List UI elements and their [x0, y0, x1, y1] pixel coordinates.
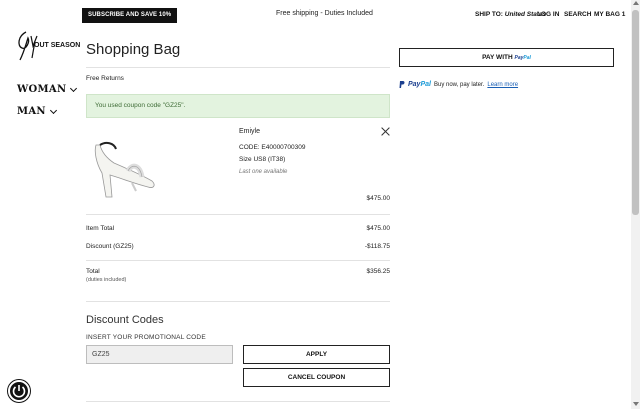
pay-with-paypal-button[interactable]: PAY WITH PayPal — [399, 48, 614, 67]
promo-code-label: INSERT YOUR PROMOTIONAL CODE — [86, 334, 206, 341]
search-link[interactable]: SEARCH — [564, 11, 591, 18]
discount-value: -$118.75 — [364, 243, 390, 250]
nav-woman[interactable]: WOMAN — [17, 84, 78, 95]
total-label: Total — [86, 268, 100, 275]
divider — [86, 67, 390, 68]
nav-woman-label: WOMAN — [17, 84, 67, 95]
pay-later-text: Buy now, pay later. — [433, 81, 485, 88]
chevron-down-icon — [70, 84, 78, 92]
ship-to-selector[interactable]: SHIP TO: United States — [475, 11, 546, 18]
paypal-pay-later-row: PayPal Buy now, pay later. Learn more — [399, 81, 518, 88]
nav-man-label: MAN — [17, 106, 46, 117]
product-name[interactable]: Emiyle — [239, 128, 260, 135]
item-total-value: $475.00 — [366, 225, 391, 232]
learn-more-link[interactable]: Learn more — [487, 82, 518, 88]
scroll-down-arrow-icon[interactable] — [633, 402, 639, 406]
product-price: $475.00 — [366, 195, 391, 202]
divider — [86, 260, 390, 261]
availability-note: Last one available — [239, 169, 288, 175]
total-value: $356.25 — [366, 268, 391, 275]
coupon-success-message: You used coupon code "GZ25". — [86, 94, 390, 118]
subscribe-banner[interactable]: SUBSCRIBE AND SAVE 10% — [82, 8, 178, 23]
remove-item-close-icon[interactable] — [381, 127, 390, 136]
paypal-logo: PayPal — [514, 55, 531, 61]
scroll-up-arrow-icon[interactable] — [633, 1, 639, 5]
power-icon — [12, 385, 26, 398]
paypal-icon — [399, 81, 405, 88]
nav-man[interactable]: MAN — [17, 106, 57, 117]
discount-section-title: Discount Codes — [86, 314, 164, 326]
cancel-coupon-button[interactable]: CANCEL COUPON — [243, 368, 390, 387]
product-image[interactable] — [88, 135, 160, 201]
accessibility-toggle-button[interactable] — [8, 380, 30, 402]
page-title: Shopping Bag — [86, 41, 181, 58]
divider — [86, 401, 390, 402]
scrollbar-thumb[interactable] — [632, 10, 639, 215]
bag-count-badge: 1 — [621, 11, 626, 18]
item-total-label: Item Total — [86, 225, 115, 232]
logo-text: OUT SEASON — [34, 42, 81, 49]
login-link[interactable]: LOG IN — [537, 11, 559, 18]
product-size: Size US8 (IT38) — [239, 156, 286, 163]
brand-logo[interactable]: OUT SEASON — [14, 28, 80, 64]
shipping-notice: Free shipping - Duties Included — [276, 10, 373, 17]
discount-label: Discount (GZ25) — [86, 243, 134, 250]
paypal-wordmark: PayPal — [408, 81, 431, 88]
ship-to-label: SHIP TO: — [475, 11, 503, 18]
sandal-image-icon — [94, 141, 155, 198]
divider — [86, 301, 390, 302]
total-note: (duties included) — [86, 277, 127, 283]
my-bag-link[interactable]: MY BAG 1 — [594, 11, 625, 18]
free-returns-text: Free Returns — [86, 75, 124, 82]
product-code: CODE: E40000700309 — [239, 144, 306, 151]
divider — [86, 214, 390, 215]
my-bag-label: MY BAG — [594, 11, 620, 18]
promo-code-input[interactable] — [86, 345, 233, 364]
apply-button[interactable]: APPLY — [243, 345, 390, 364]
chevron-down-icon — [49, 106, 57, 114]
pay-with-label: PAY WITH — [482, 54, 513, 61]
